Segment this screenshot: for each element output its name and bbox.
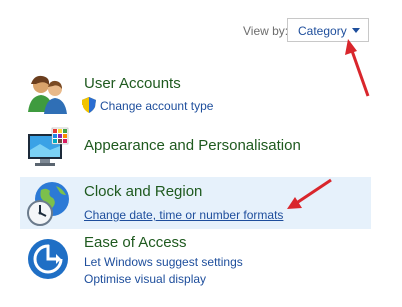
category-title[interactable]: Clock and Region xyxy=(84,183,202,200)
let-windows-suggest-settings-link[interactable]: Let Windows suggest settings xyxy=(84,255,243,269)
category-clock-region: Clock and Region Change date, time or nu… xyxy=(20,177,371,229)
monitor-palette-icon[interactable] xyxy=(26,126,70,170)
change-date-time-formats-link[interactable]: Change date, time or number formats xyxy=(84,208,283,222)
category-ease-of-access: Ease of Access Let Windows suggest setti… xyxy=(20,231,371,291)
optimise-visual-display-link[interactable]: Optimise visual display xyxy=(84,272,206,286)
category-user-accounts: User Accounts Change account type xyxy=(20,70,371,122)
clock-globe-icon[interactable] xyxy=(26,181,70,226)
category-appearance: Appearance and Personalisation xyxy=(20,124,371,174)
uac-shield-icon xyxy=(82,97,96,118)
view-by-dropdown[interactable]: Category xyxy=(287,18,369,42)
chevron-down-icon xyxy=(352,28,360,33)
category-title[interactable]: Appearance and Personalisation xyxy=(84,137,301,154)
category-title[interactable]: Ease of Access xyxy=(84,234,187,251)
users-icon[interactable] xyxy=(26,72,70,116)
category-title[interactable]: User Accounts xyxy=(84,75,181,92)
view-by-selected: Category xyxy=(298,24,347,38)
ease-of-access-icon[interactable] xyxy=(26,237,70,281)
change-account-type-link[interactable]: Change account type xyxy=(100,99,213,113)
view-by-label: View by: xyxy=(243,24,289,38)
